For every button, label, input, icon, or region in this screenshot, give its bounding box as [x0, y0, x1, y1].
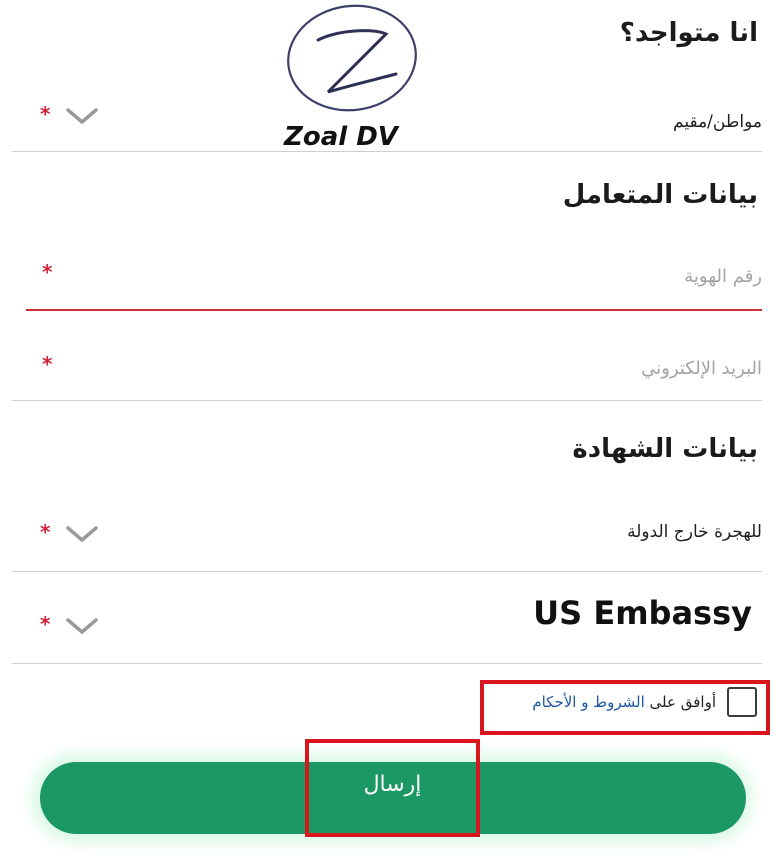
- required-mark: *: [42, 352, 53, 376]
- purpose-select-value: للهجرة خارج الدولة: [627, 522, 762, 542]
- divider: [12, 151, 762, 152]
- terms-label: أوافق على الشروط و الأحكام: [532, 693, 716, 711]
- heading-location: انا متواجد؟: [619, 18, 758, 48]
- divider: [12, 571, 762, 572]
- addressee-select[interactable]: US Embassy *: [12, 590, 762, 664]
- divider-error: [26, 309, 762, 311]
- required-mark: *: [40, 520, 51, 544]
- purpose-select[interactable]: للهجرة خارج الدولة *: [12, 500, 762, 572]
- divider: [12, 400, 762, 401]
- chevron-down-icon[interactable]: [62, 104, 102, 128]
- chevron-down-icon[interactable]: [62, 522, 102, 546]
- heading-customer-data: بيانات المتعامل: [562, 180, 758, 210]
- required-mark: *: [40, 612, 51, 636]
- required-mark: *: [40, 102, 51, 126]
- residency-select[interactable]: مواطن/مقيم *: [12, 80, 762, 152]
- id-number-field[interactable]: رقم الهوية *: [12, 240, 762, 311]
- residency-select-value: مواطن/مقيم: [673, 112, 762, 132]
- terms-agree-text: أوافق على: [649, 693, 716, 711]
- id-number-placeholder: رقم الهوية: [684, 266, 762, 287]
- required-mark: *: [42, 260, 53, 284]
- heading-certificate-data: بيانات الشهادة: [572, 434, 758, 464]
- terms-link[interactable]: الشروط و الأحكام: [532, 693, 644, 711]
- chevron-down-icon[interactable]: [62, 614, 102, 638]
- terms-checkbox[interactable]: [727, 687, 757, 717]
- submit-label: إرسال: [363, 772, 422, 797]
- divider: [12, 663, 762, 664]
- email-placeholder: البريد الإلكتروني: [641, 358, 762, 379]
- addressee-select-value: US Embassy: [533, 594, 752, 632]
- email-field[interactable]: البريد الإلكتروني *: [12, 330, 762, 401]
